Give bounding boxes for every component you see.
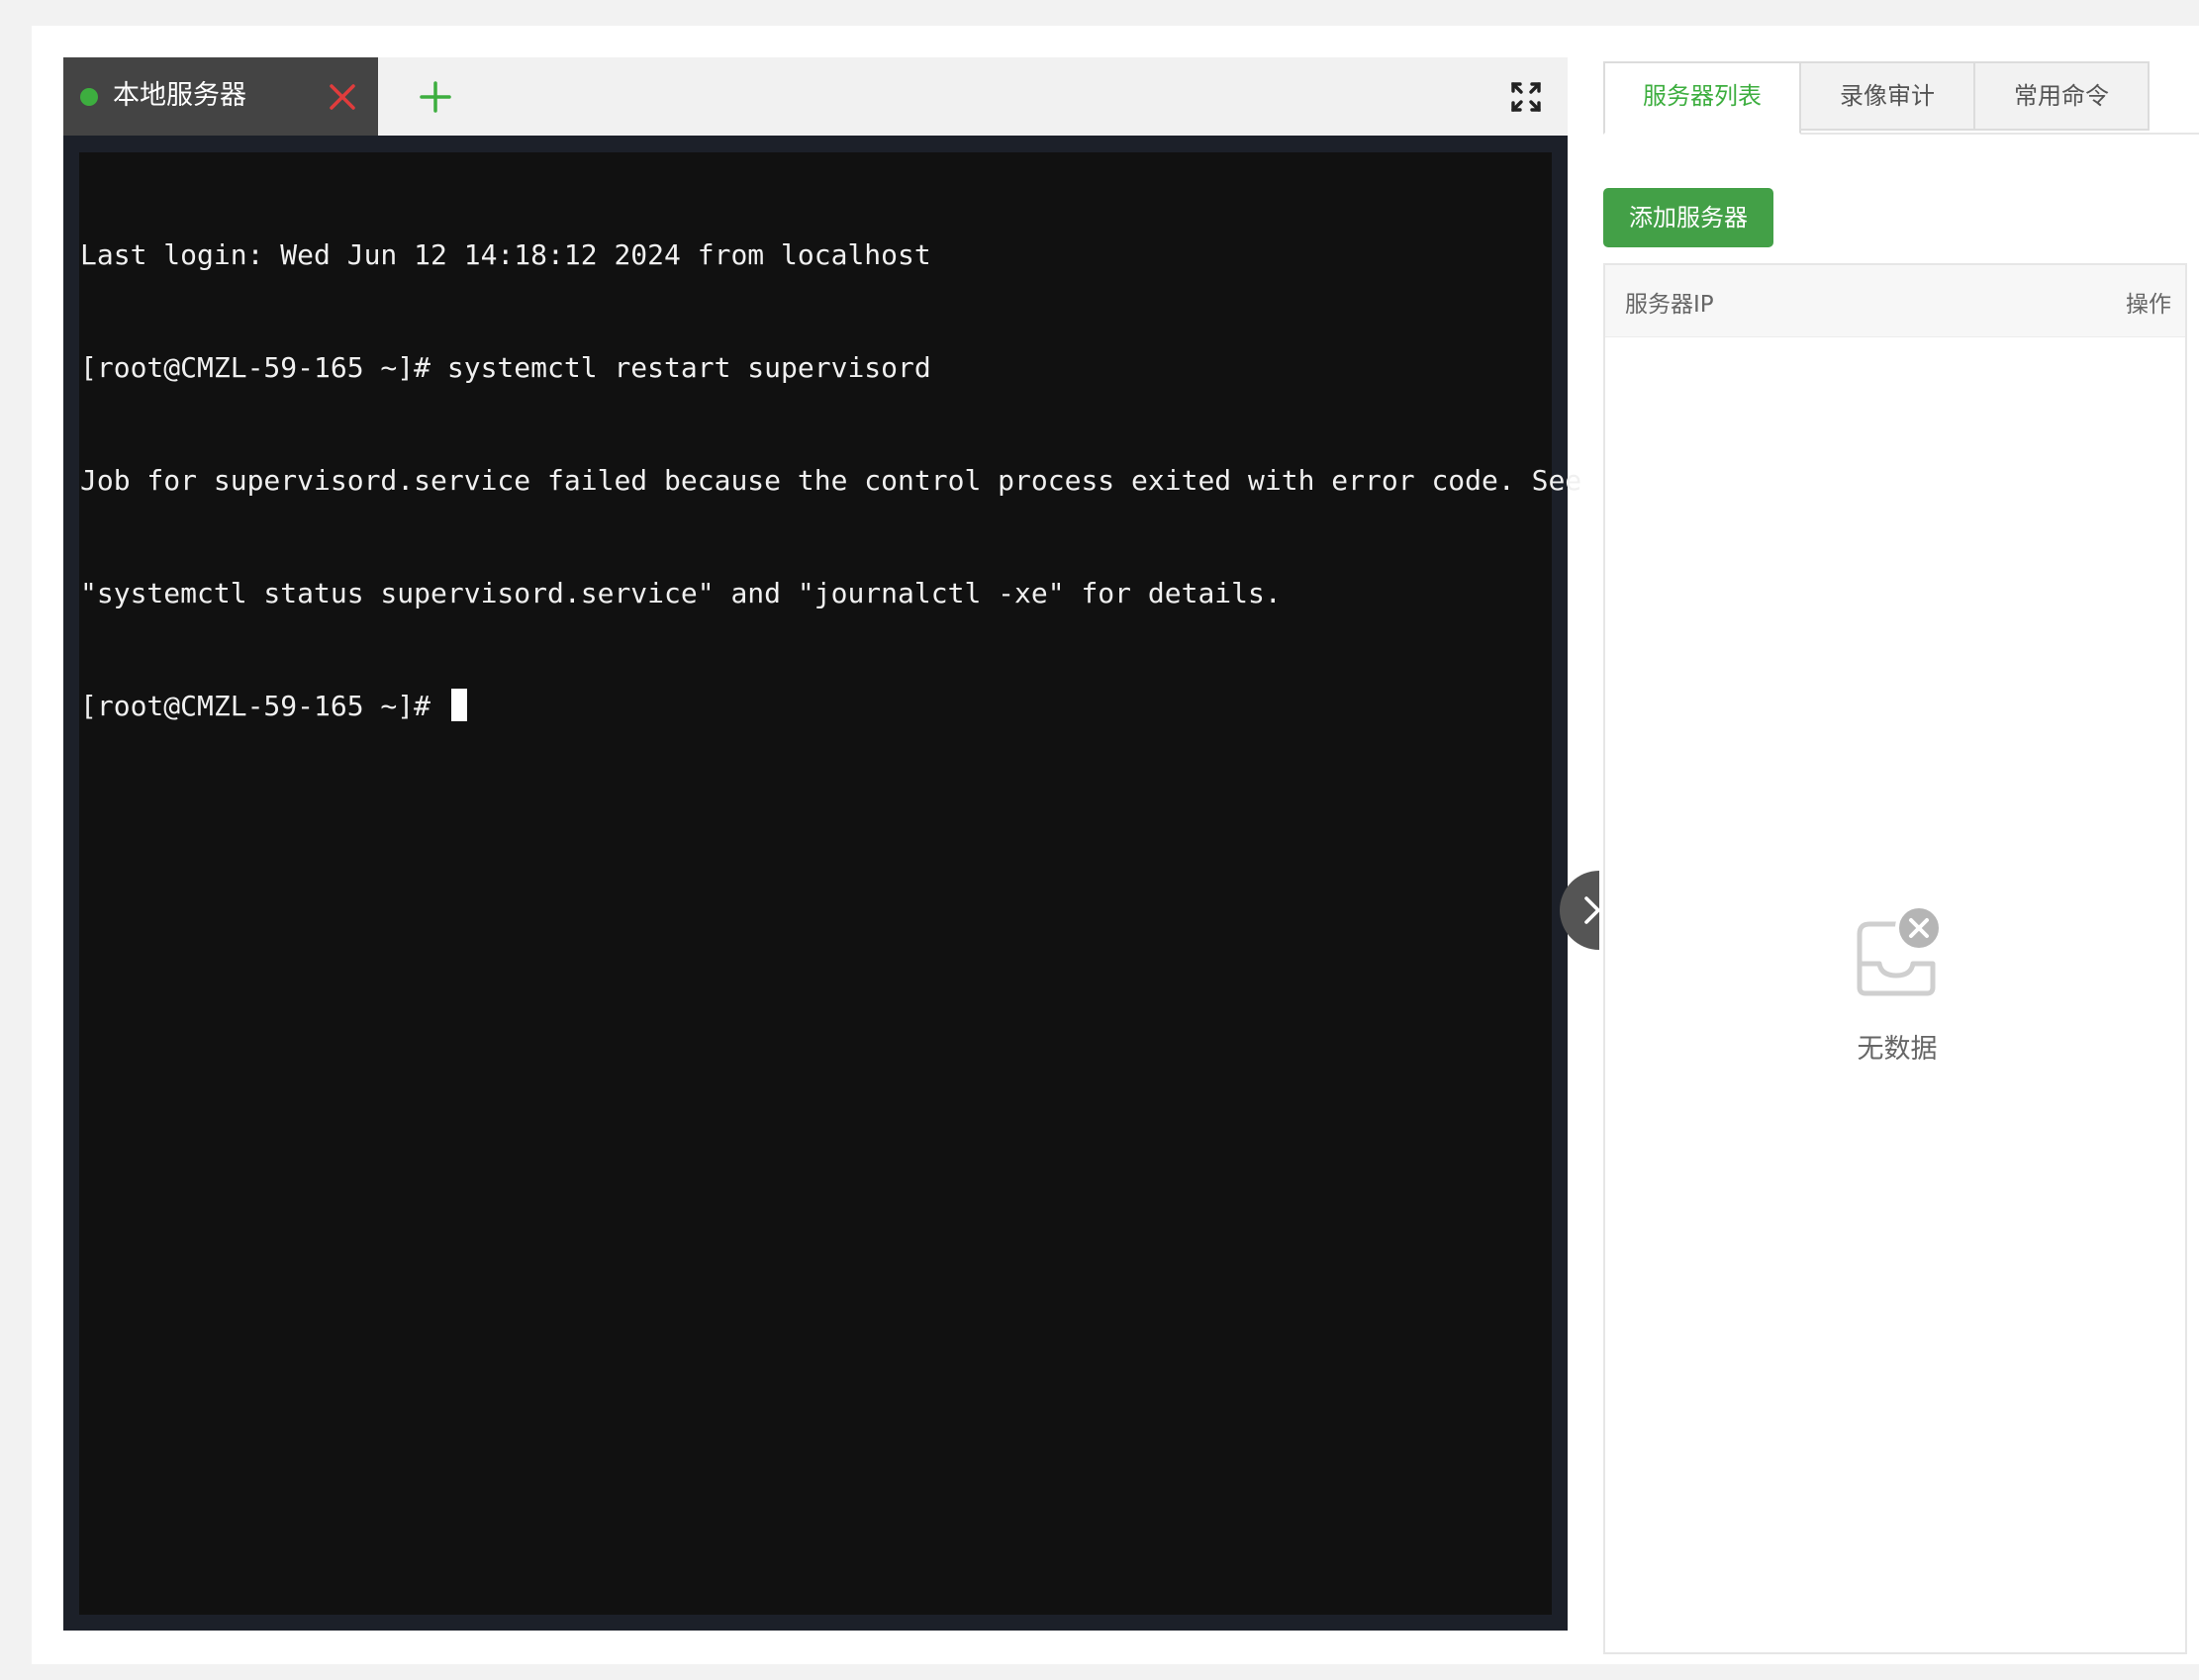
terminal-tab-bar: 本地服务器 <box>63 57 1568 136</box>
side-tabs: 服务器列表 录像审计 常用命令 <box>1603 61 2199 135</box>
add-server-button[interactable]: 添加服务器 <box>1603 188 1773 247</box>
tab-recording-audit[interactable]: 录像审计 <box>1799 61 1975 131</box>
tab-server-list[interactable]: 服务器列表 <box>1603 61 1801 135</box>
close-icon[interactable] <box>329 83 356 111</box>
server-table: 服务器IP 操作 无数据 <box>1603 263 2187 1654</box>
page: 本地服务器 Last login: Wed Jun 12 14:18:12 20… <box>32 26 2199 1664</box>
terminal-line: Last login: Wed Jun 12 14:18:12 2024 fro… <box>80 238 931 271</box>
column-actions: 操作 <box>2126 292 2171 318</box>
terminal-tab-local-server[interactable]: 本地服务器 <box>63 57 378 136</box>
terminal-tab-label: 本地服务器 <box>113 80 246 111</box>
fullscreen-icon[interactable] <box>1510 81 1542 113</box>
empty-inbox-icon <box>1857 904 1943 996</box>
terminal-cursor <box>450 689 467 721</box>
tab-common-commands[interactable]: 常用命令 <box>1973 61 2150 131</box>
terminal-prompt-line: [root@CMZL-59-165 ~]# <box>80 688 1581 725</box>
terminal-line: Job for supervisord.service failed becau… <box>80 464 1582 497</box>
terminal-line: "systemctl status supervisord.service" a… <box>80 577 1282 609</box>
plus-icon[interactable] <box>420 81 451 113</box>
empty-state: 无数据 <box>1823 904 1971 1066</box>
terminal-line: [root@CMZL-59-165 ~]# systemctl restart … <box>80 351 931 384</box>
table-header: 服务器IP 操作 <box>1605 265 2185 337</box>
empty-text: 无数据 <box>1857 1034 1938 1065</box>
terminal-prompt: [root@CMZL-59-165 ~]# <box>80 690 447 722</box>
terminal-output: Last login: Wed Jun 12 14:18:12 2024 fro… <box>80 161 1581 800</box>
side-panel: 服务器列表 录像审计 常用命令 添加服务器 服务器IP 操作 无数据 <box>1603 61 2199 1664</box>
terminal-screen[interactable]: Last login: Wed Jun 12 14:18:12 2024 fro… <box>79 152 1581 1615</box>
status-dot-icon <box>80 88 98 106</box>
terminal-panel: 本地服务器 Last login: Wed Jun 12 14:18:12 20… <box>63 57 1581 1631</box>
column-server-ip: 服务器IP <box>1625 292 1714 318</box>
